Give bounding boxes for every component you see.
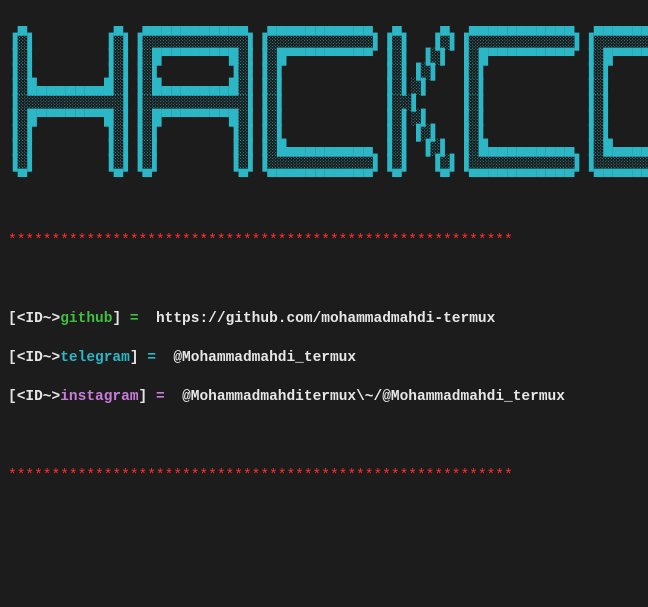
info-telegram: [<ID~>telegram] = @Mohammadmahdi_termux <box>8 349 640 369</box>
divider-top: ****************************************… <box>8 232 640 252</box>
ascii-banner: ▄ ▄ ▄▄▄▄▄▄▄▄▄▄▄ ▄▄▄▄▄▄▄▄▄▄▄ ▄ ▄ ▄▄▄▄▄▄▄▄… <box>8 20 640 187</box>
info-instagram: [<ID~>instagram] = @Mohammadmahditermux\… <box>8 388 640 408</box>
divider-bottom: ****************************************… <box>8 467 640 487</box>
terminal-output: ▄ ▄ ▄▄▄▄▄▄▄▄▄▄▄ ▄▄▄▄▄▄▄▄▄▄▄ ▄ ▄ ▄▄▄▄▄▄▄▄… <box>0 0 648 607</box>
info-github: [<ID~>github] = https://github.com/moham… <box>8 310 640 330</box>
